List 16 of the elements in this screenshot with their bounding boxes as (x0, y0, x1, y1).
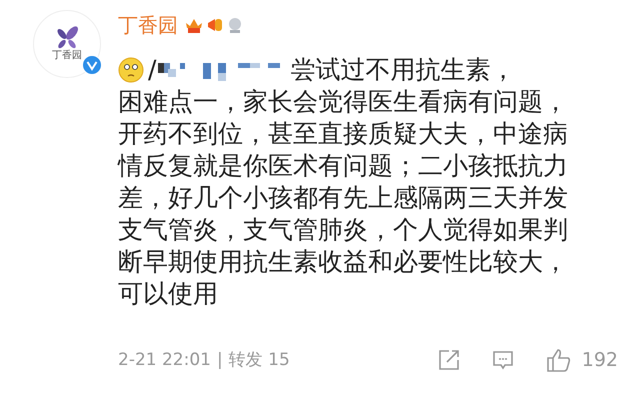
author-name[interactable]: 丁香园 (118, 12, 178, 38)
comment-line: 困难点一，家长会觉得医生看病有问题， (118, 86, 568, 118)
comment-line: 支气管炎，支气管肺炎，个人觉得如果判 (118, 214, 568, 246)
avatar[interactable]: 丁香园 (33, 10, 101, 78)
comment-line: 开药不到位，甚至直接质疑大夫，中途病 (118, 118, 568, 150)
repost-count[interactable]: 转发 15 (228, 348, 290, 373)
comment-line: 尝试过不用抗生素， (290, 54, 516, 86)
separator: | (216, 348, 223, 372)
like-count: 192 (582, 348, 618, 373)
logo-text: 丁香园 (52, 50, 82, 62)
comment-line: 可以使用 (118, 278, 219, 310)
comment-line: 断早期使用抗生素收益和必要性比较大， (118, 246, 568, 278)
comment-line: 差，好几个小孩都有先上感隔两三天并发 (118, 182, 568, 214)
post-time: 2-21 22:01 (118, 348, 211, 372)
mention-slash: / (148, 54, 156, 86)
comment-line: 情反复就是你医术有问题；二小孩抵抗力 (118, 150, 568, 182)
